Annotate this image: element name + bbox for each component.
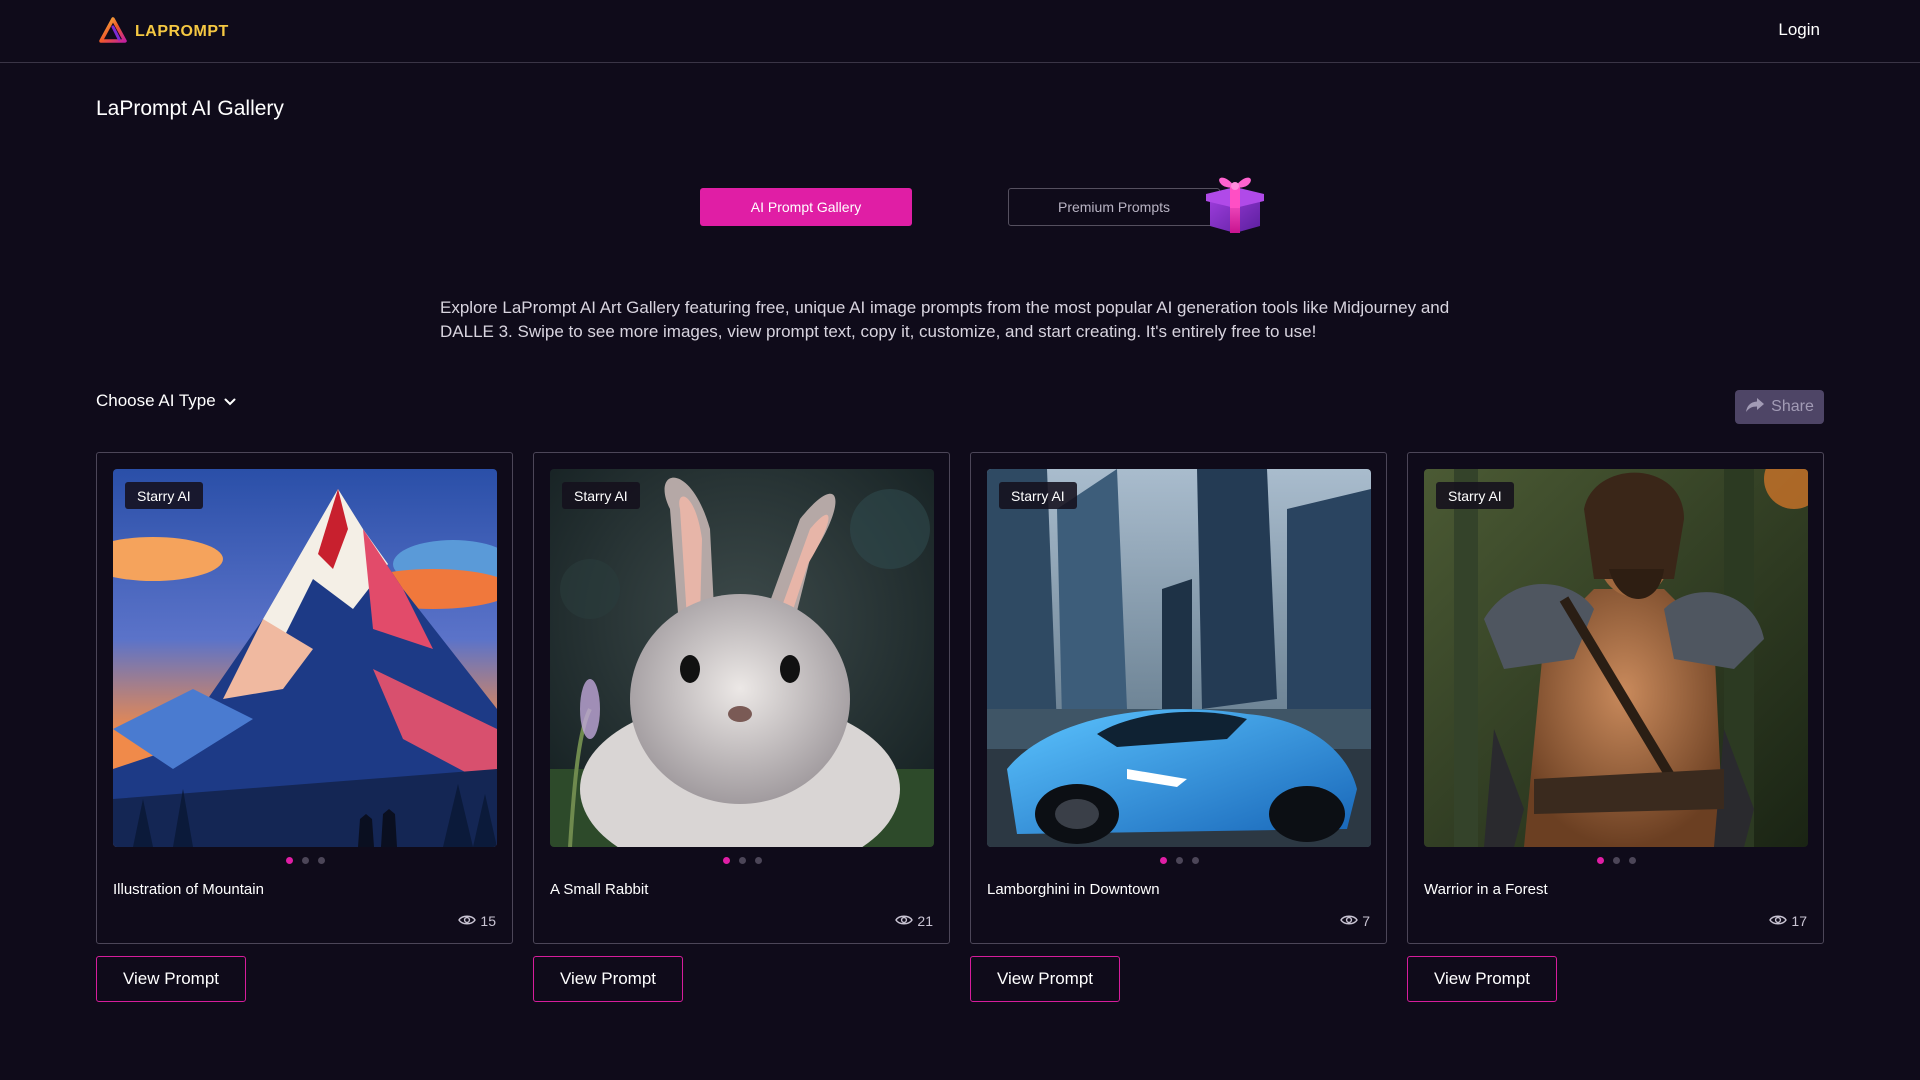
carousel-dot[interactable] [302, 857, 309, 864]
gallery-description: Explore LaPrompt AI Art Gallery featurin… [440, 298, 1450, 341]
view-prompt-button[interactable]: View Prompt [970, 956, 1120, 1002]
view-count: 17 [1769, 913, 1807, 929]
carousel-dot[interactable] [1160, 857, 1167, 864]
view-count: 7 [1340, 913, 1370, 929]
view-prompt-button[interactable]: View Prompt [1407, 956, 1557, 1002]
ai-type-badge: Starry AI [1436, 482, 1514, 509]
carousel-dot[interactable] [1613, 857, 1620, 864]
gallery-card: Starry AI Illustration of Mountain 15 [96, 452, 513, 944]
login-link[interactable]: Login [1778, 20, 1820, 40]
carousel-dots [971, 857, 1388, 864]
view-prompt-button[interactable]: View Prompt [96, 956, 246, 1002]
view-count-value: 15 [480, 913, 496, 929]
choose-ai-type-label: Choose AI Type [96, 391, 216, 410]
page-title: LaPrompt AI Gallery [96, 97, 284, 120]
ai-type-badge: Starry AI [125, 482, 203, 509]
share-arrow-icon [1745, 397, 1765, 418]
card-title: Illustration of Mountain [113, 881, 264, 898]
card-title: Lamborghini in Downtown [987, 881, 1160, 898]
view-count-value: 7 [1362, 913, 1370, 929]
card-image-rabbit[interactable]: Starry AI [550, 469, 934, 847]
view-count: 21 [895, 913, 933, 929]
carousel-dot[interactable] [755, 857, 762, 864]
carousel-dot[interactable] [723, 857, 730, 864]
share-button[interactable]: Share [1735, 390, 1824, 424]
carousel-dot[interactable] [1629, 857, 1636, 864]
carousel-dots [1408, 857, 1825, 864]
gallery-card: Starry AI A Small Rabbit 21 [533, 452, 950, 944]
view-count-value: 17 [1791, 913, 1807, 929]
tab-premium-prompts[interactable]: Premium Prompts [1008, 188, 1220, 226]
carousel-dot[interactable] [739, 857, 746, 864]
carousel-dot[interactable] [318, 857, 325, 864]
carousel-dots [97, 857, 514, 864]
view-count: 15 [458, 913, 496, 929]
card-title: A Small Rabbit [550, 881, 649, 898]
carousel-dot[interactable] [1597, 857, 1604, 864]
logo[interactable]: LAPROMPT [99, 16, 229, 48]
view-prompt-button[interactable]: View Prompt [533, 956, 683, 1002]
card-image-lamborghini[interactable]: Starry AI [987, 469, 1371, 847]
card-image-mountain[interactable]: Starry AI [113, 469, 497, 847]
eye-icon [1769, 913, 1788, 929]
card-title: Warrior in a Forest [1424, 881, 1548, 898]
triangle-logo-icon [99, 16, 127, 48]
share-label: Share [1771, 398, 1814, 415]
carousel-dot[interactable] [1192, 857, 1199, 864]
eye-icon [1340, 913, 1359, 929]
carousel-dot[interactable] [1176, 857, 1183, 864]
eye-icon [895, 913, 914, 929]
tab-ai-prompt-gallery[interactable]: AI Prompt Gallery [700, 188, 912, 226]
choose-ai-type-dropdown[interactable]: Choose AI Type [96, 391, 236, 411]
top-header: LAPROMPT Login [0, 0, 1920, 63]
ai-type-badge: Starry AI [562, 482, 640, 509]
view-count-value: 21 [917, 913, 933, 929]
eye-icon [458, 913, 477, 929]
card-image-warrior[interactable]: Starry AI [1424, 469, 1808, 847]
ai-type-badge: Starry AI [999, 482, 1077, 509]
carousel-dots [534, 857, 951, 864]
chevron-down-icon [224, 391, 236, 411]
gift-icon [1202, 170, 1268, 236]
gallery-card: Starry AI Warrior in a Forest 17 [1407, 452, 1824, 944]
gallery-card: Starry AI Lamborghini in Downtown 7 [970, 452, 1387, 944]
carousel-dot[interactable] [286, 857, 293, 864]
logo-text: LAPROMPT [135, 23, 229, 40]
